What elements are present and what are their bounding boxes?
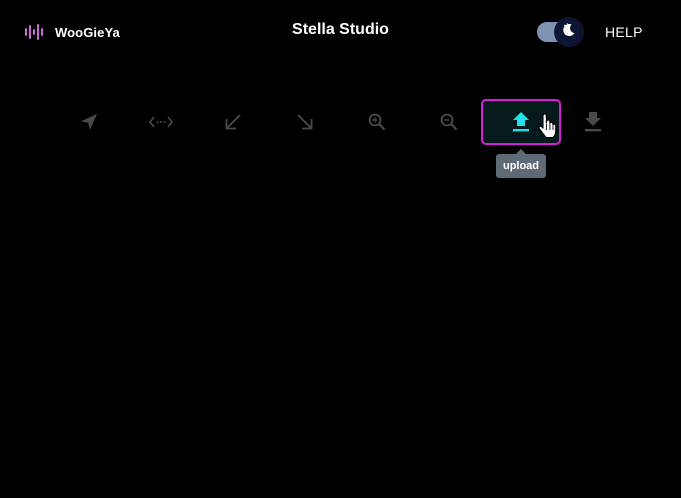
toolbar (53, 99, 629, 145)
zoom-out-icon (439, 112, 459, 132)
brand[interactable]: WooGieYa (24, 21, 120, 43)
sound-wave-logo-icon (24, 21, 46, 43)
theme-toggle[interactable] (537, 17, 587, 47)
zoom-in-tool-button[interactable] (341, 99, 413, 145)
app-window: WooGieYa Stella Studio HELP upload (0, 0, 681, 498)
tooltip: upload (496, 149, 546, 178)
arrow-down-left-tool-button[interactable] (197, 99, 269, 145)
brand-name: WooGieYa (55, 24, 120, 40)
tooltip-text: upload (502, 160, 540, 172)
moon-icon (561, 22, 577, 43)
navigation-arrow-icon (79, 112, 99, 132)
arrow-down-right-icon (296, 113, 314, 131)
theme-toggle-knob (554, 17, 584, 47)
upload-tool-button[interactable] (481, 99, 561, 145)
code-icon (149, 114, 173, 130)
zoom-out-tool-button[interactable] (413, 99, 485, 145)
help-link[interactable]: HELP (605, 24, 643, 40)
navigate-tool-button[interactable] (53, 99, 125, 145)
arrow-down-right-tool-button[interactable] (269, 99, 341, 145)
code-tool-button[interactable] (125, 99, 197, 145)
upload-icon (511, 111, 531, 133)
download-tool-button[interactable] (557, 99, 629, 145)
tooltip-arrow (516, 149, 526, 154)
arrow-down-left-icon (224, 113, 242, 131)
download-icon (583, 111, 603, 133)
header: WooGieYa Stella Studio HELP (0, 0, 681, 62)
zoom-in-icon (367, 112, 387, 132)
